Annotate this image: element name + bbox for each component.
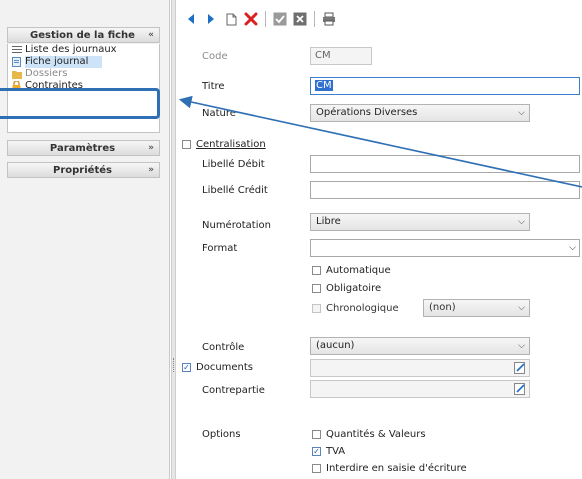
journal-form: Code CM Titre CM Nature Opérations Diver… [176, 0, 582, 479]
titre-label: Titre [202, 81, 225, 92]
chronologique-select[interactable]: (non) ⌵ [423, 299, 530, 317]
centralisation-label: Centralisation [196, 139, 266, 150]
sidebar-item-label: Dossiers [25, 68, 68, 79]
sidebar-item-label: Liste des journaux [25, 44, 117, 55]
libelle-debit-field[interactable] [310, 155, 580, 173]
sidebar-item-label: Contraintes [25, 80, 83, 91]
chevron-down-icon: ⌵ [518, 303, 525, 313]
automatique-checkbox[interactable]: Automatique [312, 265, 391, 276]
code-field[interactable]: CM [310, 47, 372, 65]
checkbox-box[interactable] [312, 430, 321, 439]
centralisation-checkbox[interactable]: Centralisation [182, 139, 266, 150]
checkbox-box[interactable] [312, 284, 321, 293]
documents-field[interactable] [310, 359, 530, 377]
chevron-down-icon: ⌵ [518, 341, 525, 351]
option-label: TVA [326, 446, 346, 457]
sidebar-item-dossiers[interactable]: Dossiers [8, 68, 159, 80]
group-header-gestion[interactable]: Gestion de la fiche « [7, 27, 160, 43]
sidebar-item-label: Fiche journal [25, 56, 103, 68]
group-header-label: Propriétés [53, 164, 112, 176]
checkbox-box[interactable] [312, 464, 321, 473]
checkbox-box[interactable] [312, 304, 321, 313]
libelle-credit-label: Libellé Crédit [202, 185, 268, 196]
controle-value: (aucun) [316, 340, 355, 351]
checkbox-box[interactable]: ✓ [182, 363, 191, 372]
code-label: Code [202, 51, 228, 62]
browse-icon[interactable] [513, 361, 527, 375]
group-header-parametres[interactable]: Paramètres » [7, 140, 160, 156]
obligatoire-label: Obligatoire [326, 283, 382, 294]
automatique-label: Automatique [326, 265, 391, 276]
sidebar-item-liste-journaux[interactable]: Liste des journaux [8, 44, 159, 56]
folder-icon [11, 69, 22, 79]
numerotation-value: Libre [316, 216, 341, 227]
expand-chevron-icon[interactable]: » [143, 143, 159, 153]
numerotation-label: Numérotation [202, 220, 271, 231]
libelle-credit-field[interactable] [310, 181, 580, 199]
expand-chevron-icon[interactable]: » [143, 165, 159, 175]
chevron-down-icon: ⌵ [518, 217, 525, 227]
contrepartie-label: Contrepartie [202, 385, 265, 396]
option-label: Interdire en saisie d'écriture [326, 463, 467, 474]
sidebar-item-fiche-journal[interactable]: Fiche journal [8, 56, 159, 68]
splitter-grip[interactable] [173, 358, 175, 372]
gestion-list: Liste des journaux Fiche journal Dossier… [7, 44, 160, 133]
option-tva-checkbox[interactable]: ✓ TVA [312, 446, 345, 457]
options-label: Options [202, 429, 241, 440]
left-panel: Gestion de la fiche « Liste des journaux… [0, 0, 170, 479]
format-select[interactable]: ⌵ [310, 239, 580, 257]
nature-label: Nature [202, 108, 236, 119]
controle-label: Contrôle [202, 342, 245, 353]
titre-value: CM [315, 80, 333, 91]
nature-value: Opérations Diverses [316, 107, 418, 118]
group-header-label: Paramètres [49, 142, 116, 154]
group-header-label: Gestion de la fiche [30, 29, 135, 41]
documents-label: Documents [196, 362, 254, 373]
numerotation-select[interactable]: Libre ⌵ [310, 213, 530, 231]
chronologique-label: Chronologique [326, 303, 399, 314]
controle-select[interactable]: (aucun) ⌵ [310, 337, 530, 355]
obligatoire-checkbox[interactable]: Obligatoire [312, 283, 381, 294]
lock-icon [11, 81, 22, 91]
checkbox-box[interactable] [312, 266, 321, 275]
chronologique-value: (non) [429, 302, 456, 313]
document-icon [11, 57, 22, 67]
chevron-down-icon: ⌵ [518, 108, 525, 118]
nature-select[interactable]: Opérations Diverses ⌵ [310, 104, 530, 122]
option-interdire-checkbox[interactable]: Interdire en saisie d'écriture [312, 463, 467, 474]
collapse-chevron-icon[interactable]: « [143, 30, 159, 40]
browse-icon[interactable] [513, 382, 527, 396]
sidebar-item-contraintes[interactable]: Contraintes [8, 80, 159, 92]
titre-field[interactable]: CM [310, 77, 580, 95]
documents-checkbox[interactable]: ✓ Documents [182, 362, 253, 373]
option-quantites-checkbox[interactable]: Quantités & Valeurs [312, 429, 426, 440]
checkbox-box[interactable]: ✓ [312, 447, 321, 456]
chronologique-checkbox[interactable]: Chronologique [312, 303, 399, 314]
chevron-down-icon: ⌵ [569, 243, 576, 253]
format-label: Format [202, 243, 238, 254]
contrepartie-field[interactable] [310, 380, 530, 398]
checkbox-box[interactable] [182, 140, 191, 149]
libelle-debit-label: Libellé Débit [202, 159, 265, 170]
option-label: Quantités & Valeurs [326, 429, 426, 440]
group-header-proprietes[interactable]: Propriétés » [7, 162, 160, 178]
list-icon [11, 45, 22, 55]
